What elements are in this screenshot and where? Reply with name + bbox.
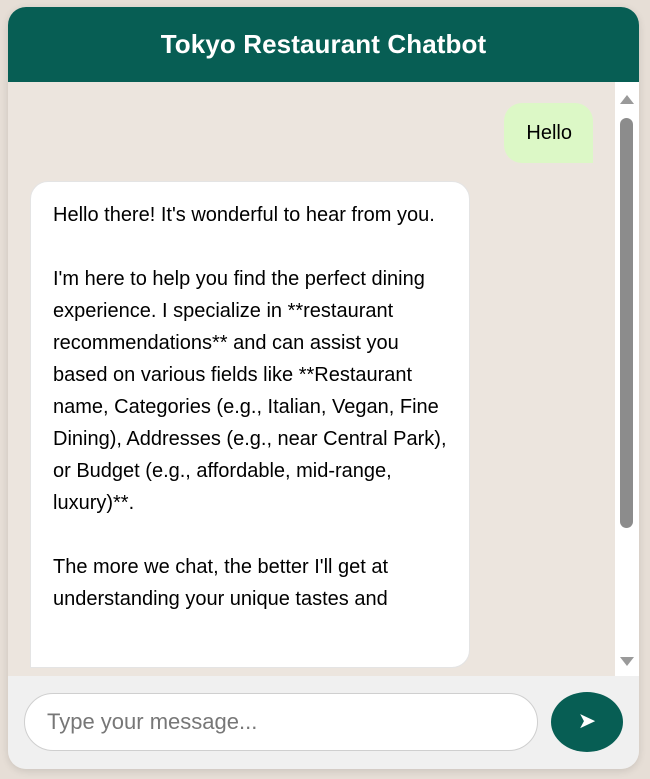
user-message: Hello	[504, 103, 593, 163]
chat-header: Tokyo Restaurant Chatbot	[8, 7, 639, 82]
message-scrollbar[interactable]	[615, 82, 639, 676]
message-list[interactable]: Hello Hello there! It's wonderful to hea…	[8, 82, 615, 676]
scroll-up-arrow-icon[interactable]	[620, 95, 634, 104]
send-arrow-icon: ➤	[577, 709, 597, 734]
message-input[interactable]	[24, 693, 538, 751]
send-button[interactable]: ➤	[551, 692, 623, 752]
input-bar: ➤	[8, 676, 639, 769]
bot-message-paragraph: I'm here to help you find the perfect di…	[53, 268, 447, 514]
chat-title: Tokyo Restaurant Chatbot	[160, 29, 487, 59]
scroll-down-arrow-icon[interactable]	[620, 657, 634, 666]
bot-message-paragraph: The more we chat, the better I'll get at…	[53, 556, 389, 610]
bot-message: Hello there! It's wonderful to hear from…	[30, 181, 470, 668]
chat-window: Tokyo Restaurant Chatbot Hello Hello the…	[8, 7, 639, 769]
bot-message-paragraph: Hello there! It's wonderful to hear from…	[53, 204, 435, 226]
scroll-thumb[interactable]	[620, 118, 633, 528]
